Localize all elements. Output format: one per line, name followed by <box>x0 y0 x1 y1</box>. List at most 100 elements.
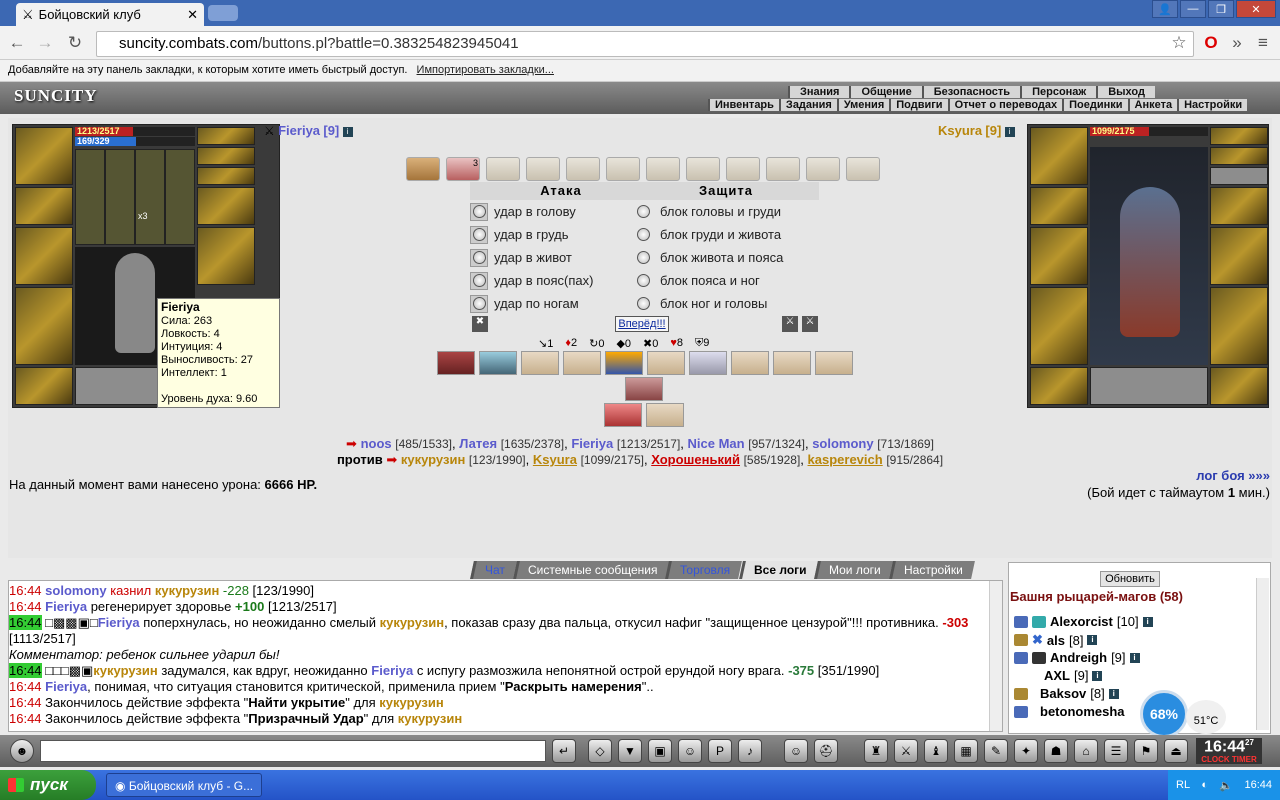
skill-slot-8[interactable] <box>731 351 769 375</box>
save-icon[interactable]: ▣ <box>648 739 672 763</box>
block-chest-stomach[interactable]: блок груди и живота <box>633 223 819 246</box>
helmet-icon[interactable]: ⛑ <box>814 739 838 763</box>
opp-rings-slot[interactable] <box>1210 167 1268 185</box>
menu-exit[interactable]: Выход <box>1096 86 1155 98</box>
send-icon[interactable]: ↵ <box>552 739 576 763</box>
opponent-name[interactable]: Ksyura <box>938 123 982 138</box>
info-icon[interactable]: i <box>1004 126 1015 137</box>
attack-stomach[interactable]: удар в живот <box>470 246 652 269</box>
battle-log-link[interactable]: лог боя »»» <box>1196 468 1270 483</box>
team1-player-2[interactable]: Латея <box>459 436 497 451</box>
users-scrollbar[interactable] <box>1256 578 1269 730</box>
tab-chat-settings[interactable]: Настройки <box>888 561 975 579</box>
skill-slot-6[interactable] <box>647 351 685 375</box>
scroll-slot-4[interactable] <box>526 157 560 181</box>
radio-icon[interactable] <box>472 251 486 264</box>
back-icon[interactable]: ← <box>6 33 28 53</box>
skill-slot-2[interactable] <box>479 351 517 375</box>
block-stomach-belt[interactable]: блок живота и пояса <box>633 246 819 269</box>
opp-shield-slot[interactable] <box>1210 227 1268 285</box>
tab-chat[interactable]: Чат <box>470 561 517 579</box>
block-legs-head[interactable]: блок ног и головы <box>633 292 819 315</box>
person-icon[interactable]: ☺ <box>678 739 702 763</box>
smile-icon[interactable]: ☺ <box>784 739 808 763</box>
flag-icon[interactable]: ⚑ <box>1134 739 1158 763</box>
opp-leggings-slot[interactable] <box>1210 287 1268 365</box>
attack-head[interactable]: удар в голову <box>470 200 652 223</box>
new-tab-button[interactable] <box>208 5 238 21</box>
scroll-slot-9[interactable] <box>726 157 760 181</box>
tab-close-icon[interactable]: ✕ <box>187 7 198 23</box>
forward-icon[interactable]: → <box>34 33 56 53</box>
refresh-battle-icon[interactable]: ✖ <box>472 316 488 332</box>
chest-icon[interactable]: ▦ <box>954 739 978 763</box>
earring-slot[interactable] <box>197 127 255 145</box>
skill-slot-4[interactable] <box>563 351 601 375</box>
volume-icon[interactable]: 🔈 <box>1219 779 1233 792</box>
minimize-button[interactable]: — <box>1180 0 1206 18</box>
team1-player-5[interactable]: solomony <box>812 436 873 451</box>
opp-armor-slot[interactable] <box>1030 287 1088 365</box>
team2-player-2[interactable]: Ksyura <box>533 452 577 467</box>
info-icon[interactable]: i <box>1108 688 1119 699</box>
team1-player-3[interactable]: Fieriya <box>571 436 613 451</box>
scroll-slot-12[interactable] <box>846 157 880 181</box>
info-icon[interactable]: i <box>1142 616 1153 627</box>
menu-achievements[interactable]: Подвиги <box>889 99 948 111</box>
chat-log[interactable]: 16:44 solomony казнил кукурузин -228 [12… <box>8 580 1003 732</box>
inventory-icon[interactable]: ♝ <box>924 739 948 763</box>
menu-duels[interactable]: Поединки <box>1062 99 1128 111</box>
network-icon[interactable]: ◐ <box>1201 779 1208 791</box>
import-bookmarks-link[interactable]: Импортировать закладки... <box>417 64 554 76</box>
radio-icon[interactable] <box>637 228 650 241</box>
taskbar-chrome-window[interactable]: ◉ Бойцовский клуб - G... <box>106 773 262 797</box>
menu-transfer-report[interactable]: Отчет о переводах <box>947 99 1063 111</box>
user-item[interactable]: Andreigh [9] i <box>1014 650 1140 665</box>
team2-player-4[interactable]: kasperevich <box>808 452 883 467</box>
scroll-slot-11[interactable] <box>806 157 840 181</box>
gloves-slot[interactable] <box>197 187 255 225</box>
chat-input[interactable] <box>40 740 546 762</box>
skill-slot-11[interactable] <box>625 377 663 401</box>
helmet-slot[interactable] <box>15 127 73 185</box>
attack-chest[interactable]: удар в грудь <box>470 223 652 246</box>
close-window-button[interactable]: ✕ <box>1236 0 1276 18</box>
belt-slot[interactable] <box>15 367 73 405</box>
bracers-slot[interactable] <box>15 187 73 225</box>
mask-icon[interactable]: ☗ <box>1044 739 1068 763</box>
skill-slot-7[interactable] <box>689 351 727 375</box>
helper-icon-1[interactable]: ⚔ <box>782 316 798 332</box>
scroll-slot-1[interactable] <box>406 157 440 181</box>
attack-groin[interactable]: удар в пояс(пах) <box>470 269 652 292</box>
reload-icon[interactable]: ↻ <box>64 33 86 53</box>
eraser-icon[interactable]: ◇ <box>588 739 612 763</box>
user-item[interactable]: Alexorcist [10] i <box>1014 614 1153 629</box>
sword-menu-icon[interactable]: ⚔ <box>894 739 918 763</box>
opp-belt-slot[interactable] <box>1030 367 1088 405</box>
opera-icon[interactable]: O <box>1200 33 1222 53</box>
user-icon[interactable]: 👤 <box>1152 0 1178 18</box>
skill-slot-3[interactable] <box>521 351 559 375</box>
team1-player-1[interactable]: noos <box>361 436 392 451</box>
scroll-slot-10[interactable] <box>766 157 800 181</box>
tab-system-messages[interactable]: Системные сообщения <box>512 561 670 579</box>
tab-my-logs[interactable]: Мои логи <box>814 561 893 579</box>
staff-icon[interactable]: ✦ <box>1014 739 1038 763</box>
refresh-button[interactable]: Обновить <box>1100 571 1160 587</box>
team1-player-4[interactable]: Nice Man <box>688 436 745 451</box>
block-head-chest[interactable]: блок головы и груди <box>633 200 819 223</box>
opp-amulet-slot[interactable] <box>1210 147 1268 165</box>
private-icon[interactable]: P <box>708 739 732 763</box>
filter-icon[interactable]: ▼ <box>618 739 642 763</box>
user-item[interactable]: Baksov [8] i <box>1014 686 1119 701</box>
opp-weapon-slot[interactable] <box>1030 227 1088 285</box>
radio-icon[interactable] <box>637 205 650 218</box>
menu-inventory[interactable]: Инвентарь <box>708 99 779 111</box>
user-item[interactable]: ✖ als [8] i <box>1014 632 1098 648</box>
team2-player-3[interactable]: Хорошенький <box>651 452 740 467</box>
exit-icon[interactable]: ⏏ <box>1164 739 1188 763</box>
opp-helmet-slot[interactable] <box>1030 127 1088 185</box>
chat-scrollbar[interactable] <box>989 581 1002 731</box>
group-icon[interactable]: ☰ <box>1104 739 1128 763</box>
restore-button[interactable]: ❐ <box>1208 0 1234 18</box>
